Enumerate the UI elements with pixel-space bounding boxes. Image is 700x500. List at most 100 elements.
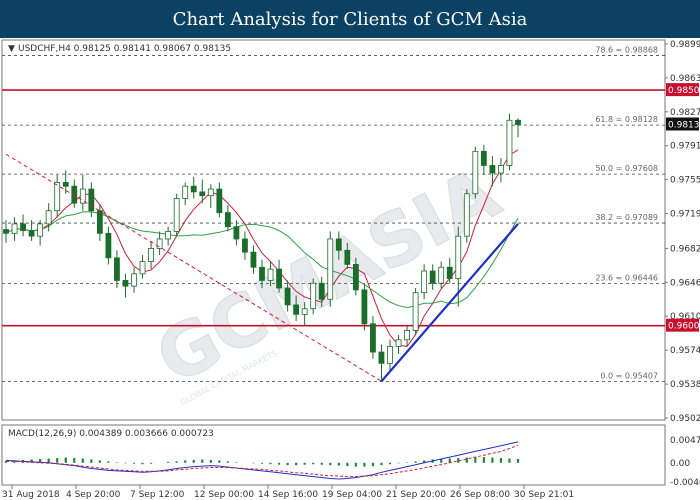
candle-body [284,287,291,306]
macd-indicator: 0.004791 0.00 -0.00404 [4,436,700,488]
macd-tick-label: 0.004791 [670,436,700,446]
price-tick-label: 0.97190 [670,210,700,220]
candle-body [412,292,419,331]
price-tick-label: 0.95020 [670,414,700,424]
time-tick-label: 19 Sep 04:00 [322,490,382,500]
candle-body [421,270,428,294]
candle-body [54,182,61,212]
candle-body [3,229,9,234]
time-tick-label: 26 Sep 08:00 [450,490,510,500]
candle-body [11,223,18,234]
price-tick-label: 0.98990 [670,40,700,50]
candle-body [45,210,52,225]
current-price-label: 0.98135 [668,121,700,131]
candle-body [250,251,257,268]
price-axis: 0.98990 0.98630 0.98270 0.97910 0.97550 0.971… [665,40,700,424]
price-tick-label: 0.97910 [670,142,700,152]
candle-body [216,188,223,213]
macd-header: MACD(12,26,9) 0.004389 0.003666 0.000723 [8,429,214,439]
price-tick-label: 0.98630 [670,74,700,84]
candle-body [498,165,504,174]
candle-body [455,235,462,279]
candle-body [506,119,513,166]
candle-body [88,188,95,212]
candle-body [156,238,163,249]
candle-body [438,266,445,284]
candle-body [139,261,146,275]
candle-body [310,282,317,310]
candle-body [352,264,359,291]
candle-body [370,323,376,353]
candle-body [20,223,26,231]
candle-body [489,165,496,174]
candle-body [404,329,410,341]
current-price: 0.98135 [666,117,700,131]
price-tick-label: 0.95380 [670,380,700,390]
candle-body [148,248,154,262]
price-tick-label: 0.96820 [670,244,700,254]
time-axis: 31 Aug 2018 4 Sep 20:00 7 Sep 12:00 12 Sep … [2,485,574,500]
candle-body [165,231,172,240]
candle-body [79,188,86,204]
time-tick-label: 31 Aug 2018 [2,490,60,500]
time-tick-label: 21 Sep 20:00 [386,490,446,500]
price-tick-label: 0.97550 [670,176,700,186]
macd-tick-label: 0.00 [670,459,690,469]
candle-body [463,193,470,237]
time-tick-label: 4 Sep 20:00 [66,490,121,500]
candle-body [293,304,300,315]
candle-body [207,188,214,197]
key-level-tag-label: 0.98500 [668,86,700,96]
candle-body [361,289,368,325]
time-tick-label: 14 Sep 16:00 [258,490,318,500]
candle-body [276,268,282,289]
candle-body [335,238,342,251]
candle-body [429,270,436,284]
candle-body [105,232,112,259]
time-tick-label: 30 Sep 21:01 [514,490,574,500]
triangle-icon[interactable]: ▼ [8,44,15,54]
candle-body [472,150,479,195]
candle-body [446,266,453,279]
candle-body [37,223,44,237]
candle-body [96,210,103,234]
price-chart: GCMASIA GLOBAL CAPITAL MARKETS ▼ USDCHF,… [1,39,700,500]
key-level-tag-label: 0.96000 [668,322,700,332]
candle-body [378,351,385,364]
candle-body [387,345,393,364]
fib-level-label: 23.6 = 0.96446 [595,274,658,283]
candle-body [233,226,240,240]
candle-body [480,150,487,166]
candle-body [199,191,206,197]
candle-body [318,282,325,300]
price-tick-label: 0.95740 [670,346,700,356]
price-tick-label: 0.98270 [670,108,700,118]
candle-body [28,230,35,237]
candle-body [267,268,274,281]
macd-tick-label: -0.00404 [670,478,700,488]
candle-body [259,266,265,281]
candle-body [182,185,189,199]
candle-body [131,273,137,287]
candle-body [515,119,521,125]
time-tick-label: 12 Sep 00:00 [194,490,254,500]
candle-body [173,198,180,232]
time-tick-label: 7 Sep 12:00 [130,490,185,500]
fib-level-label: 61.8 = 0.98128 [595,115,658,124]
candle-body [242,238,248,253]
fib-level-label: 38.2 = 0.97089 [595,213,658,222]
candle-body [344,249,351,265]
candle-body [224,212,231,228]
candle-body [190,185,197,193]
candle-body [62,182,69,187]
candle-body [327,238,334,300]
chart-screenshot: Chart Analysis for Clients of GCM Asia G… [0,0,700,500]
candle-body [114,257,120,281]
candle-body [122,280,129,287]
candle-body [301,308,308,315]
fib-level-label: 78.6 = 0.98868 [595,45,658,54]
fib-level-label: 50.0 = 0.97608 [595,164,658,173]
price-tick-label: 0.96460 [670,278,700,288]
fib-level-label: 0.0 = 0.95407 [600,372,658,381]
candle-body [395,339,402,347]
